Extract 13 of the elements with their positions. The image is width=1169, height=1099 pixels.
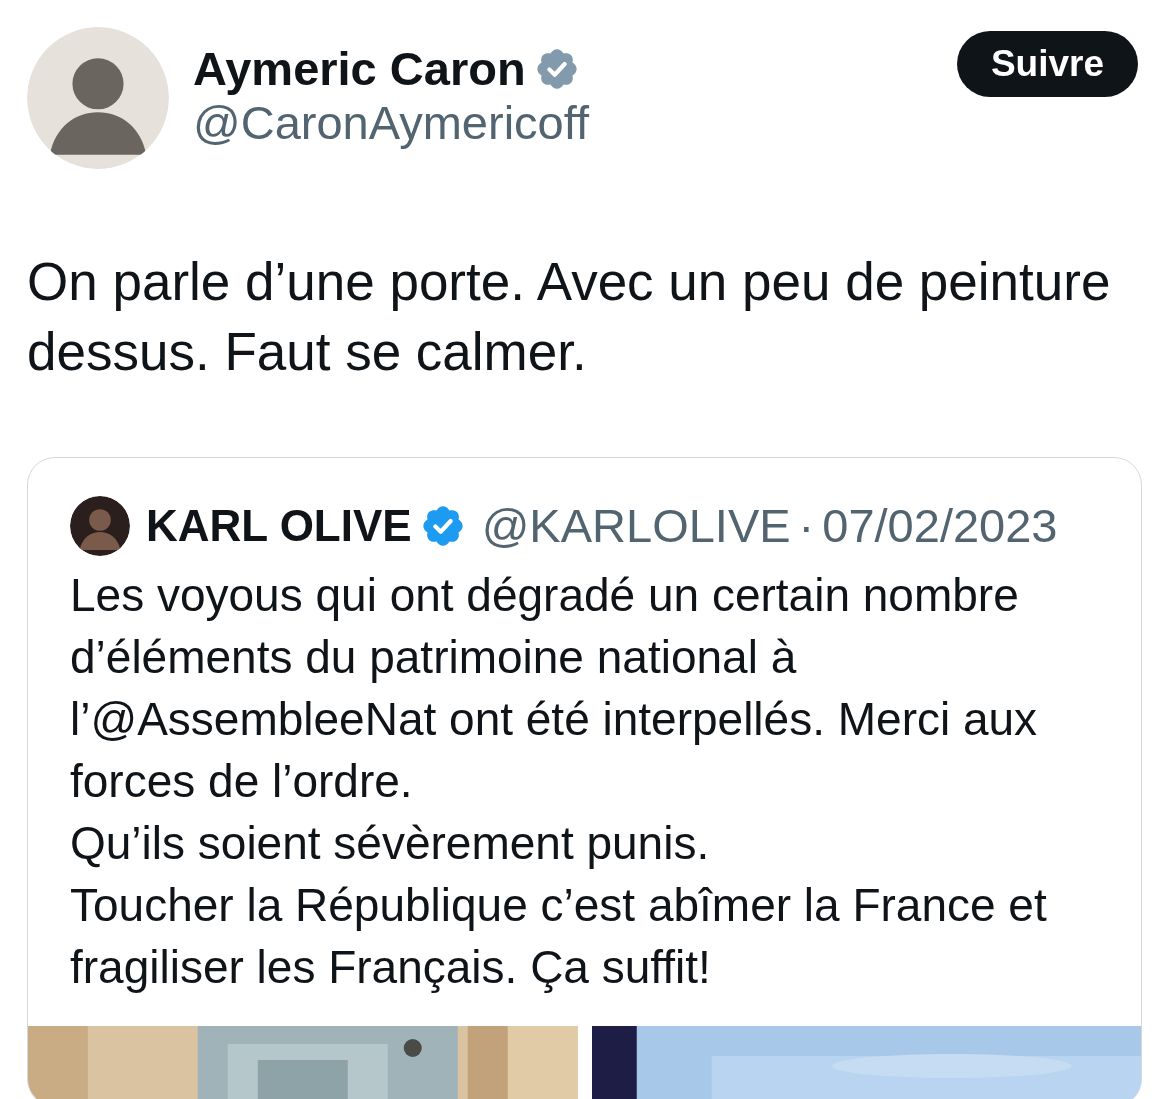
follow-button[interactable]: Suivre [956,31,1138,98]
quoted-text: Qu’ils soient sévèrement punis. [70,816,711,871]
author-name: Aymeric Caron [193,43,526,95]
avatar[interactable] [70,496,130,556]
tweet-text: On parle d’une porte. Avec un peu de peinture dessus. Faut se calmer. [27,251,1112,383]
quoted-author-name: KARL OLIVE [146,499,412,552]
quoted-text: Les voyous qui ont dégradé un certain nombre d’éléments du patrimoine national à l’@AssembleeNat ont été interpellés. Merci aux forces de l’ordre. [70,568,1039,809]
separator-dot: · [798,497,815,554]
quoted-tweet-card[interactable] [27,457,1142,1099]
quoted-date: 07/02/2023 [822,497,1058,554]
quoted-text: Toucher la République c’est abîmer la France et fragiliser les Français. Ça suffit! [70,878,1048,995]
author-handle[interactable]: @CaronAymericoff [193,94,957,152]
quoted-author-handle: @KARLOLIVE [481,497,791,554]
